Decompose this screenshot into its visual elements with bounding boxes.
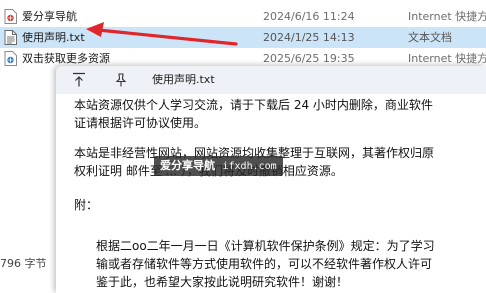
- text-line: 证请根据许可协议使用。: [74, 116, 207, 130]
- notepad-window: 使用声明.txt 本站资源仅供个人学习交流，请于下载后 24 小时内删除，商业软…: [56, 66, 486, 293]
- file-row-shiyong-shengming[interactable]: 使用声明.txt 2024/1/25 14:13 文本文档: [0, 27, 486, 48]
- watermark-overlay: 爱分享导航 ifxdh.com: [154, 156, 283, 176]
- internet-shortcut-icon: [4, 9, 17, 24]
- text-line: 输或者存储软件等方式使用软件的，可以不经软件著作权人许可: [96, 257, 433, 271]
- pin-to-top-icon[interactable]: [72, 72, 86, 88]
- file-date: 2024/1/25 14:13: [263, 31, 355, 44]
- file-row-ifenxiang[interactable]: 爱分享导航 2024/6/16 11:24 Internet 快捷方式: [0, 6, 486, 27]
- text-line: 附：: [74, 198, 99, 212]
- explorer-file-list: 爱分享导航 2024/6/16 11:24 Internet 快捷方式 使用声明…: [0, 0, 486, 70]
- internet-shortcut-icon: [4, 51, 17, 66]
- pin-icon[interactable]: [114, 72, 128, 88]
- watermark-url: ifxdh.com: [222, 161, 277, 172]
- text-line: 根据二oo二年一月一日《计算机软件保护条例》规定：为了学习: [96, 239, 435, 253]
- text-file-icon: [4, 30, 17, 45]
- file-name: 使用声明.txt: [22, 31, 85, 44]
- file-type: Internet 快捷方式: [408, 10, 486, 23]
- text-line: 本站资源仅供个人学习交流，请于下载后 24 小时内删除，商业软件: [74, 98, 433, 112]
- file-type: 文本文档: [408, 31, 452, 44]
- notepad-titlebar[interactable]: 使用声明.txt: [56, 66, 486, 94]
- notepad-tab-title[interactable]: 使用声明.txt: [142, 66, 225, 94]
- watermark-title: 爱分享导航: [160, 159, 215, 172]
- file-name: 爱分享导航: [22, 10, 77, 23]
- notepad-text-area[interactable]: 本站资源仅供个人学习交流，请于下载后 24 小时内删除，商业软件 证请根据许可协…: [56, 94, 486, 293]
- text-line: 鉴于此，也希望大家按此说明研究软件！谢谢！: [96, 275, 349, 289]
- file-date: 2024/6/16 11:24: [263, 10, 355, 23]
- status-file-size: 796 字节: [0, 257, 47, 270]
